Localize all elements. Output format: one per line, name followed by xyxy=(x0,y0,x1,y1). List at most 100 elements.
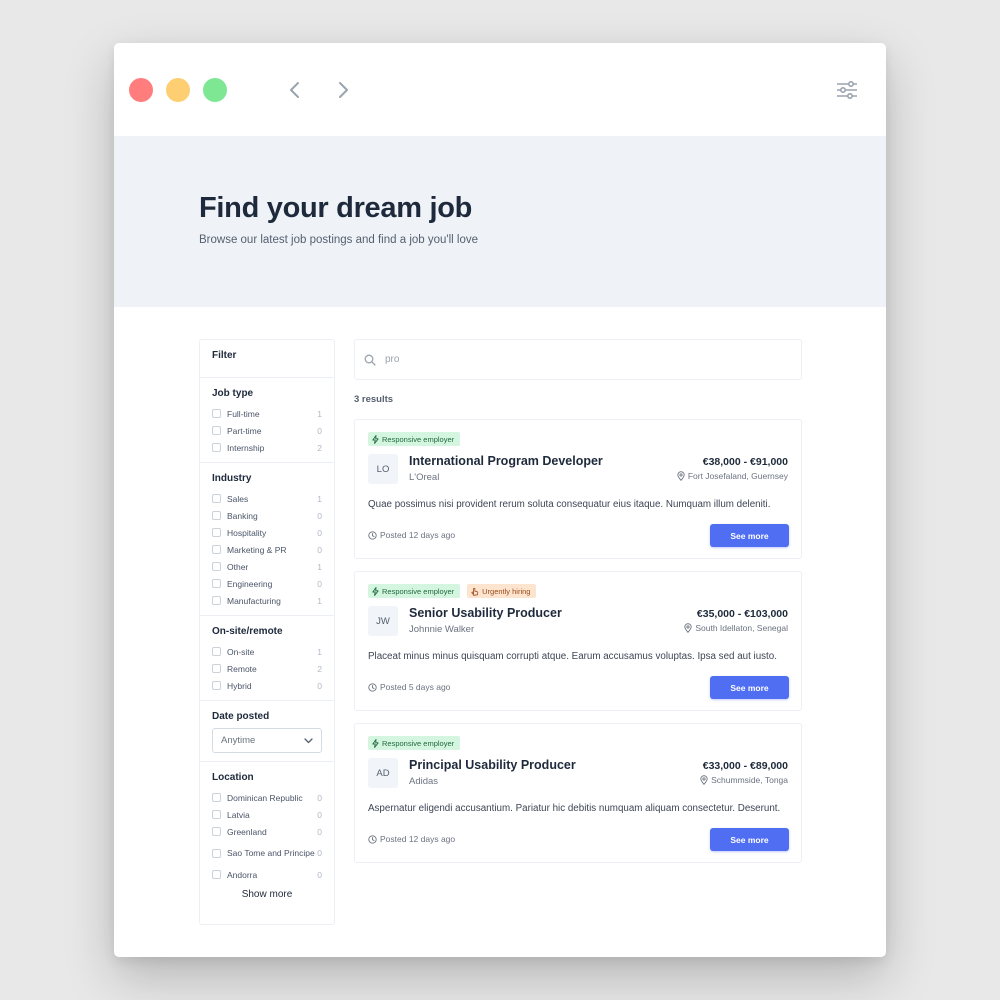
filter-option-label: Part-time xyxy=(227,425,262,436)
filter-option-full-time[interactable]: Full-time 1 xyxy=(212,405,322,422)
job-title[interactable]: Principal Usability Producer xyxy=(409,758,576,772)
posted-date-text: Posted 5 days ago xyxy=(380,682,451,692)
responsive-employer-badge: Responsive employer xyxy=(368,736,461,750)
filter-option-andorra[interactable]: Andorra 0 xyxy=(212,866,322,883)
job-card[interactable]: Responsive employer Urgently hiring JW S… xyxy=(354,571,802,711)
filter-section-location: Location Dominican Republic 0 Latvia 0 Gre… xyxy=(200,762,334,906)
filter-option-engineering[interactable]: Engineering 0 xyxy=(212,575,322,592)
filter-option-hybrid[interactable]: Hybrid 0 xyxy=(212,677,322,694)
lightning-icon xyxy=(372,586,379,596)
hand-icon xyxy=(471,587,479,596)
filter-option-count: 1 xyxy=(317,646,322,657)
filter-option-label: Greenland xyxy=(227,826,267,837)
company-logo: JW xyxy=(368,606,398,636)
job-description: Placeat minus minus quisquam corrupti at… xyxy=(368,651,777,662)
checkbox[interactable] xyxy=(212,443,221,452)
posted-date-text: Posted 12 days ago xyxy=(380,530,456,540)
filter-option-other[interactable]: Other 1 xyxy=(212,558,322,575)
posted-date-text: Posted 12 days ago xyxy=(380,834,456,844)
job-location: Schummside, Tonga xyxy=(700,775,788,785)
job-card[interactable]: Responsive employer LO International Pro… xyxy=(354,419,802,559)
map-pin-icon xyxy=(677,471,685,481)
see-more-button[interactable]: See more xyxy=(710,828,789,851)
maximize-window-button[interactable] xyxy=(203,78,227,102)
filter-option-remote[interactable]: Remote 2 xyxy=(212,660,322,677)
checkbox[interactable] xyxy=(212,562,221,571)
job-title[interactable]: Senior Usability Producer xyxy=(409,606,562,620)
filter-option-label: Internship xyxy=(227,442,265,453)
filter-option-banking[interactable]: Banking 0 xyxy=(212,507,322,524)
checkbox[interactable] xyxy=(212,426,221,435)
checkbox[interactable] xyxy=(212,596,221,605)
filter-option-part-time[interactable]: Part-time 0 xyxy=(212,422,322,439)
date-posted-value: Anytime xyxy=(221,735,256,746)
filter-option-label: Latvia xyxy=(227,809,250,820)
filter-section-title: Job type xyxy=(212,388,254,399)
checkbox[interactable] xyxy=(212,827,221,836)
salary-range: €33,000 - €89,000 xyxy=(702,760,788,772)
filter-option-label: Other xyxy=(227,561,249,572)
filter-option-label: Full-time xyxy=(227,408,260,419)
title-bar xyxy=(114,43,886,136)
back-button[interactable] xyxy=(282,77,308,103)
search-input[interactable] xyxy=(385,354,785,365)
checkbox[interactable] xyxy=(212,664,221,673)
page-title: Find your dream job xyxy=(199,192,473,224)
responsive-employer-badge: Responsive employer xyxy=(368,432,461,446)
job-location-text: Fort Josefaland, Guernsey xyxy=(687,471,788,481)
checkbox[interactable] xyxy=(212,848,221,858)
close-window-button[interactable] xyxy=(129,78,153,102)
lightning-icon xyxy=(372,434,379,444)
forward-button[interactable] xyxy=(330,77,356,103)
checkbox[interactable] xyxy=(212,647,221,656)
settings-button[interactable] xyxy=(834,77,860,103)
filter-section-title: Location xyxy=(212,772,254,783)
responsive-employer-badge: Responsive employer xyxy=(368,584,461,598)
posted-date: Posted 12 days ago xyxy=(368,834,455,844)
filter-option-label: Marketing & PR xyxy=(227,544,287,555)
checkbox[interactable] xyxy=(212,545,221,554)
filter-option-count: 0 xyxy=(317,869,322,880)
show-more-locations-link[interactable]: Show more xyxy=(212,889,322,900)
filter-option-count: 0 xyxy=(317,527,322,538)
filter-option-count: 0 xyxy=(317,809,322,820)
browser-window: Find your dream job Browse our latest jo… xyxy=(114,43,886,957)
filter-option-marketing-pr[interactable]: Marketing & PR 0 xyxy=(212,541,322,558)
date-posted-select[interactable]: Anytime xyxy=(212,728,322,753)
filter-option-sao-tome-and-principe[interactable]: Sao Tome and Principe 0 xyxy=(212,840,322,866)
badge-list: Responsive employer Urgently hiring xyxy=(368,584,537,598)
filter-section-industry: Industry Sales 1 Banking 0 Hospitality 0 Ma… xyxy=(200,463,334,616)
checkbox[interactable] xyxy=(212,870,221,879)
company-name: L'Oreal xyxy=(409,472,440,483)
job-card[interactable]: Responsive employer AD Principal Usabili… xyxy=(354,723,802,863)
filter-option-greenland[interactable]: Greenland 0 xyxy=(212,823,322,840)
filter-option-dominican-republic[interactable]: Dominican Republic 0 xyxy=(212,789,322,806)
filter-option-internship[interactable]: Internship 2 xyxy=(212,439,322,456)
salary-range: €38,000 - €91,000 xyxy=(702,456,788,468)
see-more-button[interactable]: See more xyxy=(710,676,789,699)
search-bar[interactable] xyxy=(354,339,802,380)
filter-option-latvia[interactable]: Latvia 0 xyxy=(212,806,322,823)
checkbox[interactable] xyxy=(212,409,221,418)
checkbox[interactable] xyxy=(212,810,221,819)
badge-label: Urgently hiring xyxy=(482,586,531,596)
filter-option-manufacturing[interactable]: Manufacturing 1 xyxy=(212,592,322,609)
minimize-window-button[interactable] xyxy=(166,78,190,102)
checkbox[interactable] xyxy=(212,793,221,802)
job-location-text: South Idellaton, Senegal xyxy=(695,623,788,633)
chevron-left-icon xyxy=(290,82,299,98)
checkbox[interactable] xyxy=(212,511,221,520)
checkbox[interactable] xyxy=(212,494,221,503)
filter-option-label: Sales xyxy=(227,493,249,504)
checkbox[interactable] xyxy=(212,528,221,537)
filter-option-count: 0 xyxy=(317,680,322,691)
checkbox[interactable] xyxy=(212,681,221,690)
filter-option-hospitality[interactable]: Hospitality 0 xyxy=(212,524,322,541)
filter-option-on-site[interactable]: On-site 1 xyxy=(212,643,322,660)
filter-option-sales[interactable]: Sales 1 xyxy=(212,490,322,507)
job-title[interactable]: International Program Developer xyxy=(409,454,603,468)
posted-date: Posted 5 days ago xyxy=(368,682,450,692)
badge-label: Responsive employer xyxy=(382,586,455,596)
checkbox[interactable] xyxy=(212,579,221,588)
see-more-button[interactable]: See more xyxy=(710,524,789,547)
